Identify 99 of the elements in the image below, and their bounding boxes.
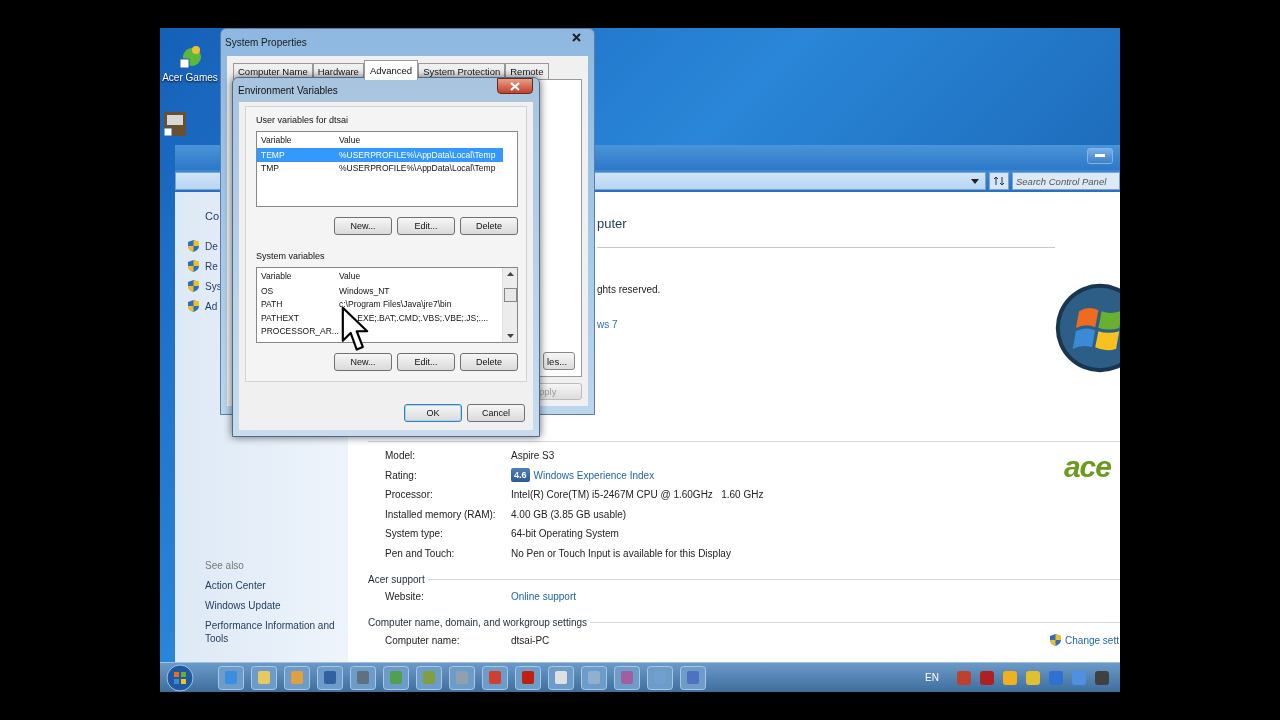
shortcut-icon[interactable]	[163, 111, 187, 137]
dialog-button[interactable]: Cancel	[467, 404, 525, 422]
dropdown-arrow-icon[interactable]	[971, 178, 979, 184]
brand-logo: ace	[1063, 452, 1111, 482]
close-icon	[510, 81, 520, 91]
field-value: Intel(R) Core(TM) i5-2467M CPU @ 1.60GHz 1.60 GHz	[511, 489, 764, 501]
shield-icon	[1050, 634, 1062, 647]
group-label: System variables	[256, 251, 326, 261]
scrollbar[interactable]	[502, 268, 517, 342]
minimize-button[interactable]	[1087, 148, 1113, 164]
experience-index-link[interactable]: Windows Experience Index	[533, 469, 655, 481]
sidebar-link[interactable]: Ad	[205, 300, 218, 312]
sidebar-link[interactable]: De	[205, 240, 218, 252]
column-header[interactable]: Variable	[257, 271, 339, 281]
field-link[interactable]: Online support	[511, 591, 577, 603]
section-heading: Computer name, domain, and workgroup settings	[368, 617, 587, 628]
field-label: Computer name:	[385, 634, 461, 646]
field-value: No Pen or Touch Input is available for this Display	[511, 547, 731, 559]
list-row[interactable]: PATHEXT EXE;.BAT;.CMD;.VBS;.VBE;.JS;....	[257, 311, 488, 325]
list-row[interactable]: PATH c:\Program Files\Java\jre7\bin	[257, 297, 488, 311]
desktop-icon-label[interactable]: Acer Games	[162, 72, 218, 83]
tab[interactable]: Remote	[505, 63, 549, 79]
field-value: 64-bit Operating System	[511, 528, 619, 540]
games-shortcut-icon[interactable]	[177, 44, 203, 70]
close-button[interactable]	[497, 78, 533, 94]
app-icon[interactable]	[251, 665, 277, 690]
app-icon[interactable]	[449, 665, 475, 690]
column-header[interactable]: Value	[339, 135, 361, 145]
shield-icon	[188, 260, 199, 272]
app-icon[interactable]	[548, 665, 574, 690]
environment-variables-button[interactable]: les...	[543, 352, 575, 370]
app-icon[interactable]	[383, 665, 409, 690]
field-label: Processor:	[385, 489, 434, 501]
app-icon[interactable]	[350, 665, 376, 690]
scroll-up-icon[interactable]	[506, 272, 514, 276]
close-icon	[571, 33, 581, 42]
page-heading: puter	[597, 216, 627, 231]
shield-icon	[188, 240, 199, 252]
app-icon[interactable]	[218, 665, 244, 690]
dialog-button[interactable]: OK	[404, 404, 462, 422]
app-icon[interactable]	[284, 665, 310, 690]
see-also-heading: See also	[205, 560, 245, 571]
app-icon[interactable]	[317, 665, 343, 690]
group-label: User variables for dtsai	[256, 115, 350, 125]
tray-icon[interactable]	[1095, 670, 1109, 685]
start-button[interactable]	[166, 663, 194, 692]
dialog-button[interactable]: Edit...	[397, 353, 455, 371]
search-field[interactable]: Search Control Panel	[1012, 172, 1120, 190]
shield-icon	[188, 280, 199, 292]
copyright-text: ghts reserved.	[597, 284, 661, 295]
window-title: System Properties	[225, 37, 307, 48]
dialog-button[interactable]: Delete	[460, 353, 518, 371]
dialog-button[interactable]: Edit...	[397, 217, 455, 235]
edition-link[interactable]: ws 7	[597, 319, 618, 330]
field-label: Rating:	[385, 469, 418, 481]
column-header[interactable]: Variable	[257, 135, 339, 145]
field-label: Model:	[385, 450, 416, 462]
field-label: System type:	[385, 528, 444, 540]
see-also-link[interactable]: Action Center	[205, 579, 345, 592]
tray-icon[interactable]	[1003, 670, 1017, 685]
field-label: Pen and Touch:	[385, 547, 456, 559]
see-also-link[interactable]: Windows Update	[205, 599, 345, 612]
scroll-thumb[interactable]	[503, 288, 517, 302]
refresh-button[interactable]	[989, 172, 1009, 190]
field-value: dtsai-PC	[511, 634, 550, 646]
section-heading: Acer support	[368, 573, 425, 585]
dialog-button[interactable]: New...	[334, 353, 392, 371]
list-row[interactable]: TMP %USERPROFILE%\AppData\Local\Temp	[257, 161, 503, 175]
app-icon[interactable]	[482, 665, 508, 690]
sidebar-link[interactable]: Re	[205, 260, 218, 272]
refresh-icon	[993, 176, 1005, 186]
tray-icon[interactable]	[957, 670, 971, 685]
tray-icon[interactable]	[1049, 670, 1063, 685]
dialog-title: Environment Variables	[238, 84, 338, 96]
rating-badge[interactable]: 4.6	[511, 468, 530, 483]
field-label: Installed memory (RAM):	[385, 508, 497, 520]
tray-icon[interactable]	[980, 670, 994, 685]
minimize-icon	[1095, 154, 1105, 158]
shield-icon	[188, 300, 199, 312]
field-value: 4.00 GB (3.85 GB usable)	[511, 508, 627, 520]
dialog-button[interactable]: Delete	[460, 217, 518, 235]
field-label: Website:	[385, 591, 425, 603]
app-icon[interactable]	[614, 665, 640, 690]
tab[interactable]: Advanced	[363, 60, 419, 80]
tray-icon[interactable]	[1026, 670, 1040, 685]
app-icon[interactable]	[647, 665, 673, 690]
language-indicator[interactable]: EN	[925, 672, 939, 683]
scroll-down-icon[interactable]	[506, 334, 514, 338]
see-also-link[interactable]: Performance Information and Tools	[205, 619, 345, 645]
change-settings-link[interactable]: Change sett	[1065, 634, 1119, 646]
app-icon[interactable]	[416, 665, 442, 690]
dialog-button[interactable]: New...	[334, 217, 392, 235]
app-icon[interactable]	[581, 665, 607, 690]
column-header[interactable]: Value	[339, 271, 361, 281]
list-row[interactable]: OS Windows_NT	[257, 284, 488, 298]
list-row[interactable]: PROCESSOR_AR...	[257, 324, 488, 338]
app-icon[interactable]	[680, 665, 706, 690]
app-icon[interactable]	[515, 665, 541, 690]
field-value: Aspire S3	[511, 450, 555, 462]
